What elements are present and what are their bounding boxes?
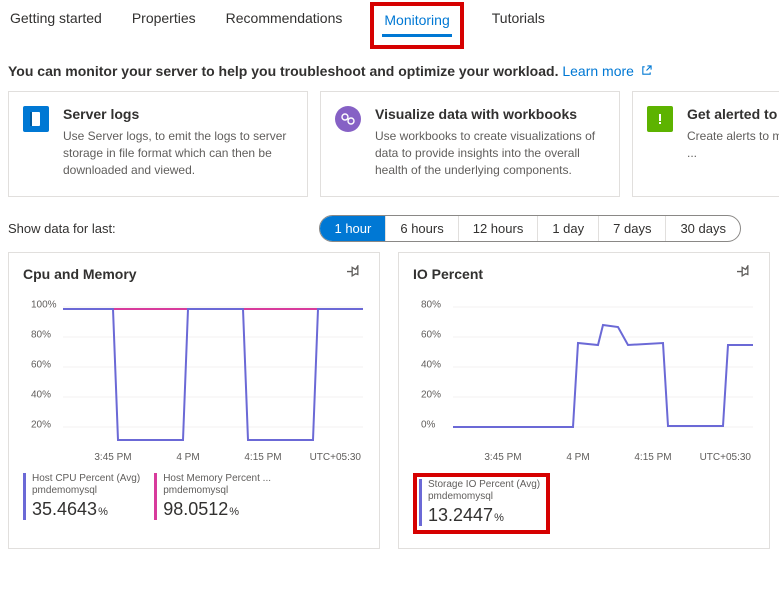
external-link-icon <box>641 63 652 79</box>
chart-cpu-memory: Cpu and Memory 100% 80% 60% 40% 20% 3:45… <box>8 252 380 549</box>
filter-label: Show data for last: <box>8 221 116 236</box>
learn-more-link[interactable]: Learn more <box>562 63 651 79</box>
chart-title: IO Percent <box>413 266 483 282</box>
charts-row: Cpu and Memory 100% 80% 60% 40% 20% 3:45… <box>0 252 779 561</box>
time-filter-row: Show data for last: 1 hour 6 hours 12 ho… <box>0 197 779 252</box>
server-logs-icon <box>23 106 49 132</box>
pill-1hour[interactable]: 1 hour <box>320 216 386 241</box>
chart-legend: Storage IO Percent (Avg) pmdemomysql 13.… <box>413 473 755 534</box>
pill-30days[interactable]: 30 days <box>666 216 740 241</box>
tabs: Getting started Properties Recommendatio… <box>0 0 779 49</box>
alerts-icon <box>647 106 673 132</box>
chart-svg <box>453 297 753 447</box>
chart-io-percent: IO Percent 80% 60% 40% 20% 0% 3:45 PM 4 … <box>398 252 770 549</box>
card-desc: Create alerts to monitor health, usage, … <box>687 128 779 162</box>
chart-plot: 80% 60% 40% 20% 0% 3:45 PM 4 PM 4:15 PM … <box>413 293 755 463</box>
legend-memory: Host Memory Percent ... pmdemomysql 98.0… <box>154 473 271 520</box>
chart-legend: Host CPU Percent (Avg) pmdemomysql 35.46… <box>23 473 365 520</box>
chart-svg <box>63 297 363 447</box>
pin-icon[interactable] <box>737 265 755 283</box>
card-desc: Use workbooks to create visualizations o… <box>375 128 605 178</box>
tab-getting-started[interactable]: Getting started <box>8 6 104 36</box>
pill-1day[interactable]: 1 day <box>538 216 599 241</box>
card-workbooks[interactable]: Visualize data with workbooks Use workbo… <box>320 91 620 197</box>
pill-12hours[interactable]: 12 hours <box>459 216 539 241</box>
intro-bold: You can monitor your server to help you … <box>8 63 558 79</box>
card-server-logs[interactable]: Server logs Use Server logs, to emit the… <box>8 91 308 197</box>
card-title: Visualize data with workbooks <box>375 106 605 122</box>
chart-plot: 100% 80% 60% 40% 20% 3:45 PM 4 PM 4:15 P… <box>23 293 365 463</box>
cards-row: Server logs Use Server logs, to emit the… <box>0 91 779 197</box>
tab-tutorials[interactable]: Tutorials <box>490 6 547 36</box>
card-desc: Use Server logs, to emit the logs to ser… <box>63 128 293 178</box>
annotation-highlight-tab: Monitoring <box>370 2 463 49</box>
workbooks-icon <box>335 106 361 132</box>
card-title: Get alerted to issues <box>687 106 779 122</box>
legend-io-highlighted: Storage IO Percent (Avg) pmdemomysql 13.… <box>413 473 550 534</box>
tab-monitoring[interactable]: Monitoring <box>382 8 451 37</box>
pill-6hours[interactable]: 6 hours <box>386 216 458 241</box>
card-title: Server logs <box>63 106 293 122</box>
tab-recommendations[interactable]: Recommendations <box>224 6 345 36</box>
time-range-group: 1 hour 6 hours 12 hours 1 day 7 days 30 … <box>319 215 741 242</box>
legend-cpu: Host CPU Percent (Avg) pmdemomysql 35.46… <box>23 473 140 520</box>
pin-icon[interactable] <box>347 265 365 283</box>
chart-title: Cpu and Memory <box>23 266 137 282</box>
tab-properties[interactable]: Properties <box>130 6 198 36</box>
pill-7days[interactable]: 7 days <box>599 216 666 241</box>
card-alerts[interactable]: Get alerted to issues Create alerts to m… <box>632 91 779 197</box>
intro-text: You can monitor your server to help you … <box>0 49 779 91</box>
